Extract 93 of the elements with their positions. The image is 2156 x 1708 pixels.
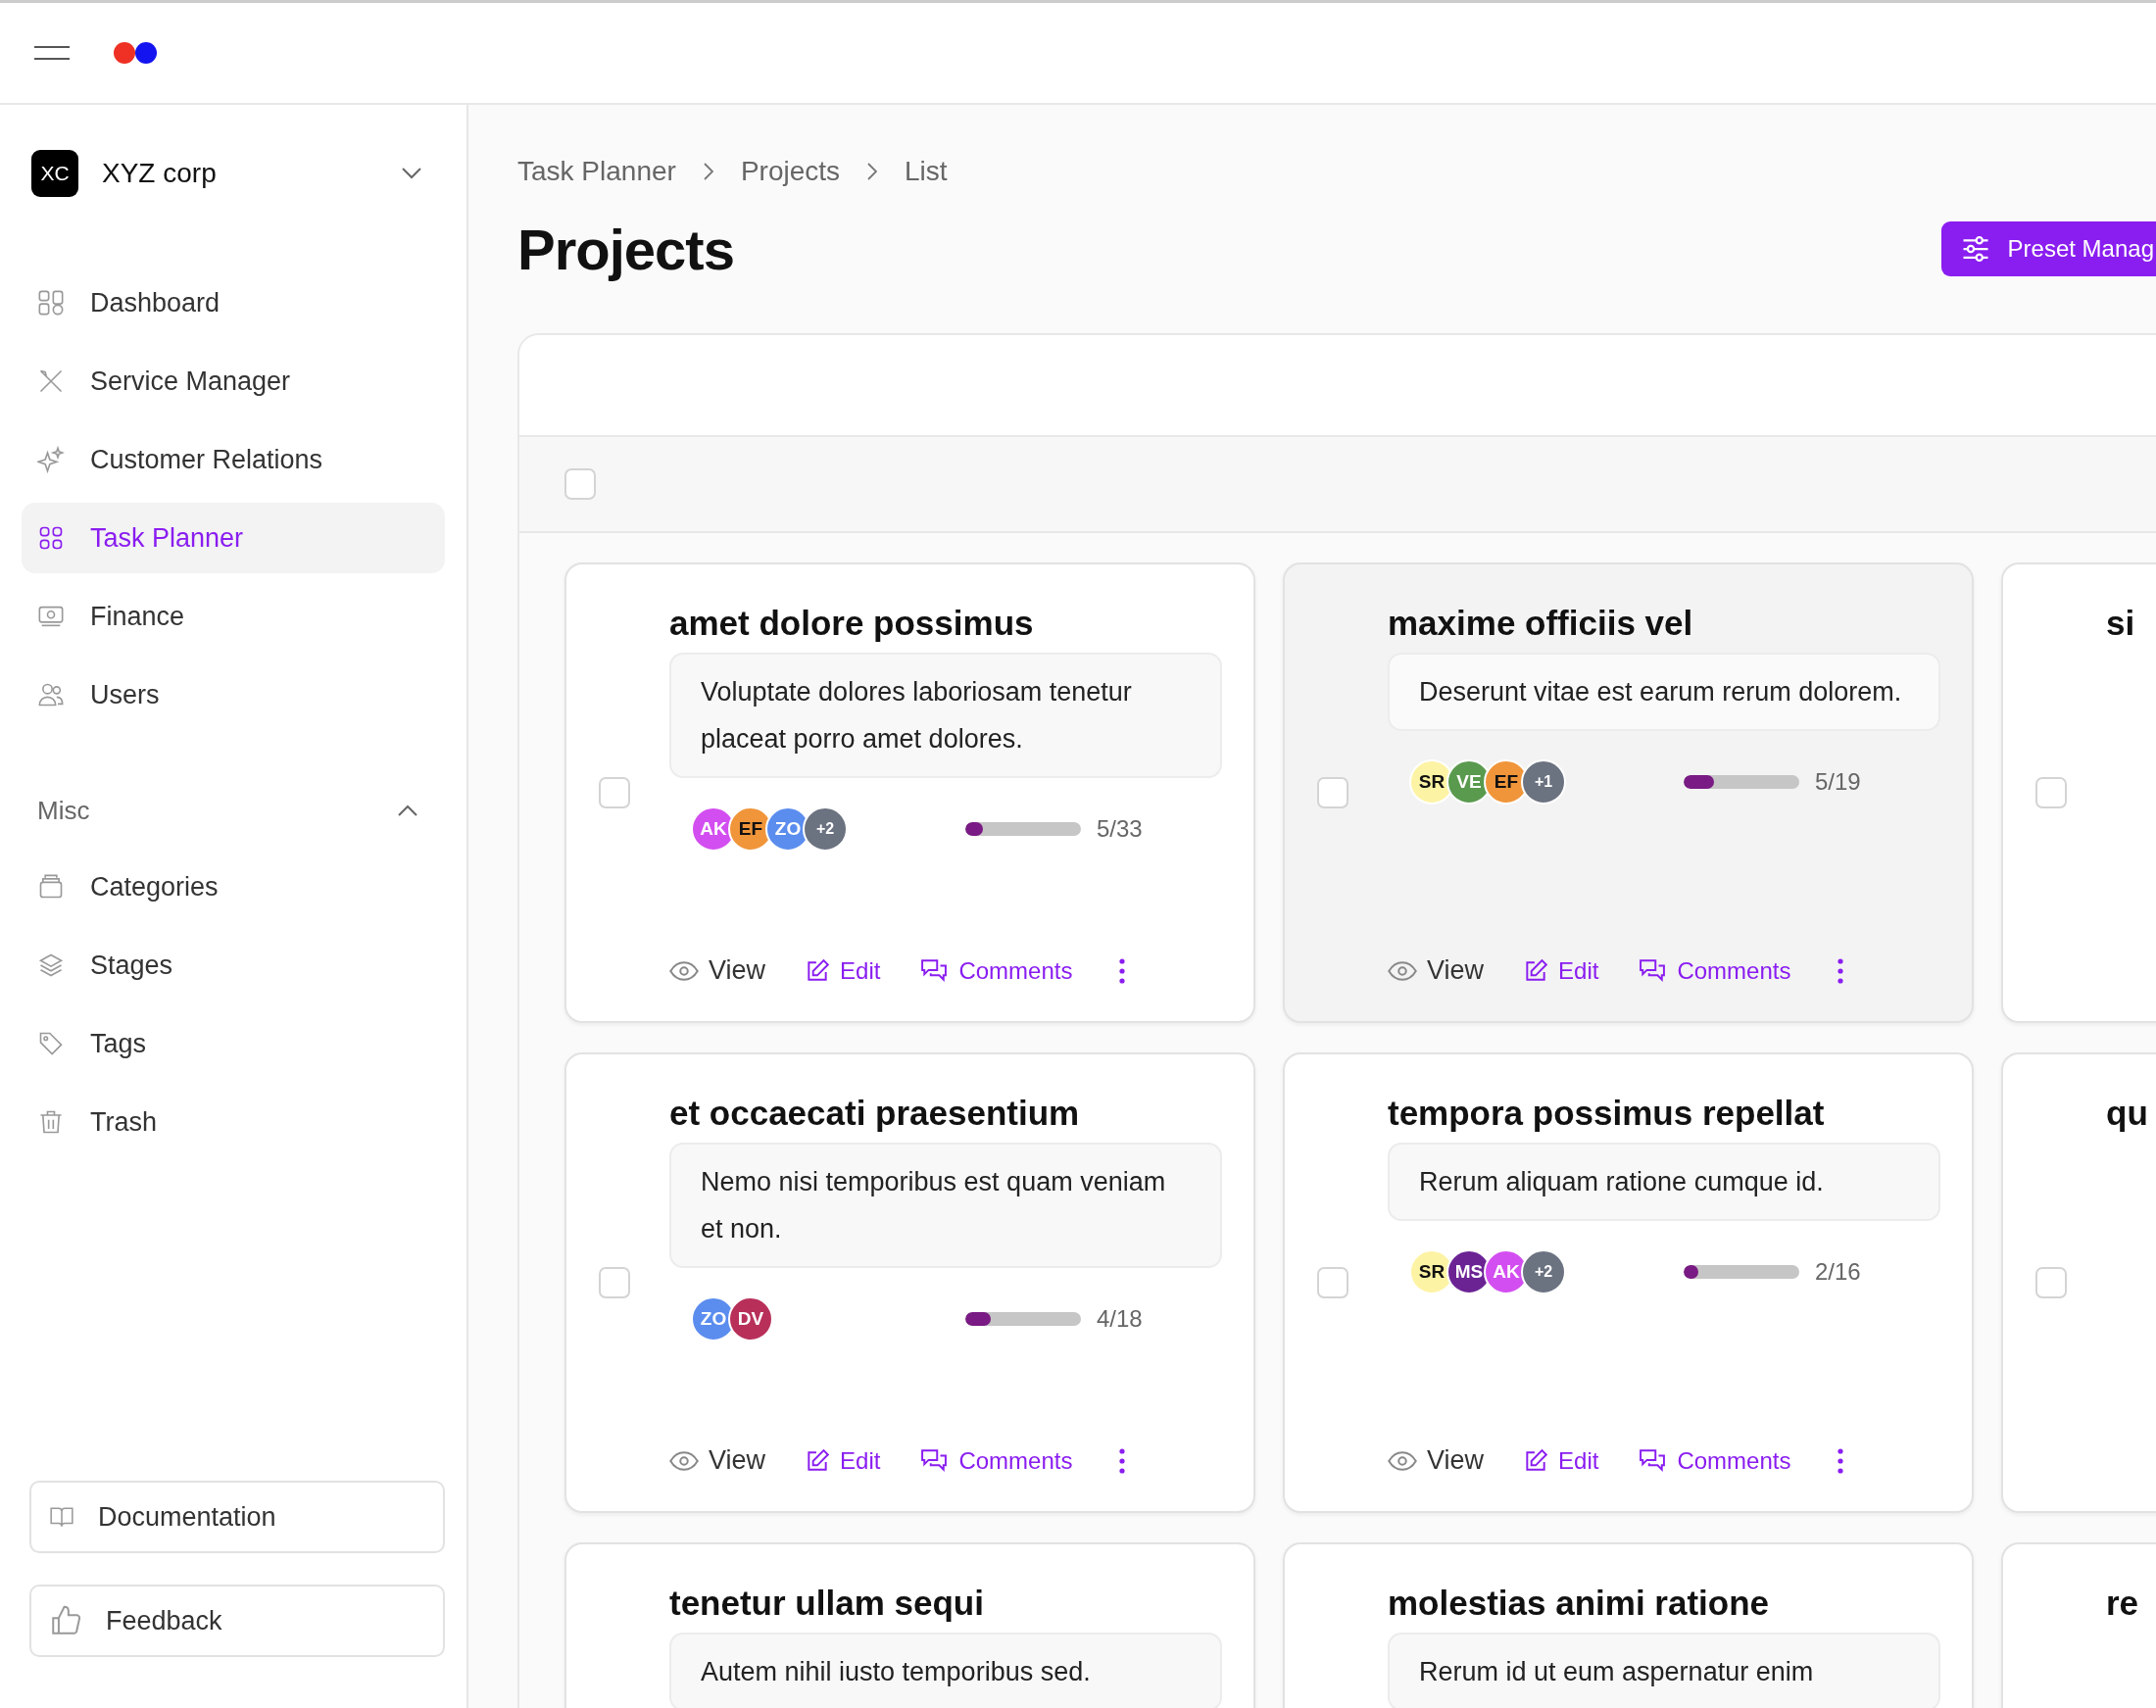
feedback-button[interactable]: Feedback (29, 1585, 445, 1657)
project-description: Rerum aliquam ratione cumque id. (1388, 1143, 1940, 1221)
select-all-checkbox[interactable] (564, 468, 596, 500)
chevron-right-icon (867, 163, 878, 180)
project-title: re (2106, 1584, 2140, 1623)
nav-item[interactable]: Dashboard (22, 268, 445, 338)
edit-link[interactable]: Edit (805, 1446, 881, 1475)
more-avatars-count: +2 (803, 806, 848, 852)
edit-link[interactable]: Edit (1523, 956, 1599, 985)
nav-item[interactable]: Stages (22, 930, 445, 1000)
logo-icon[interactable] (114, 41, 159, 65)
chevron-right-icon (703, 163, 713, 180)
chevron-icon (398, 805, 417, 816)
progress-count: 5/33 (1097, 815, 1143, 843)
chat-bubbles-icon (919, 1447, 950, 1474)
more-options-icon[interactable] (1119, 957, 1126, 984)
card-checkbox[interactable] (598, 1267, 630, 1298)
project-title: tempora possimus repellat (1388, 1094, 1826, 1133)
comments-link[interactable]: Comments (1638, 1446, 1791, 1475)
pencil-icon (805, 1447, 831, 1474)
chat-bubbles-icon (919, 957, 950, 984)
eye-icon (669, 1450, 699, 1471)
nav-item[interactable]: Service Manager (22, 346, 445, 416)
nav-item[interactable]: Categories (22, 852, 445, 922)
nav-item[interactable]: Tags (22, 1008, 445, 1079)
nav-item[interactable]: Users (22, 659, 445, 730)
card-checkbox[interactable] (2034, 777, 2067, 808)
layers-icon (37, 952, 65, 979)
comments-link[interactable]: Comments (919, 1446, 1073, 1475)
comments-link[interactable]: Comments (919, 956, 1073, 985)
breadcrumb-link[interactable]: Projects (740, 156, 841, 187)
page-title: Projects (517, 216, 734, 282)
progress-count: 2/16 (1815, 1258, 1861, 1286)
view-link[interactable]: View (669, 1445, 766, 1476)
project-title: qu (2106, 1094, 2149, 1133)
more-options-icon[interactable] (1838, 1447, 1844, 1474)
thumbs-up-icon (49, 1604, 82, 1637)
nav-item[interactable]: Trash (22, 1087, 445, 1157)
avatar: DV (728, 1296, 773, 1342)
project-title: tenetur ullam sequi (669, 1584, 985, 1623)
project-title: amet dolore possimus (669, 604, 1035, 643)
documentation-button[interactable]: Documentation (29, 1481, 445, 1553)
project-title: et occaecati praesentium (669, 1094, 1081, 1133)
more-avatars-count: +1 (1521, 759, 1566, 805)
project-title: maxime officiis vel (1388, 604, 1694, 643)
view-link[interactable]: View (669, 955, 766, 986)
view-link[interactable]: View (1388, 955, 1485, 986)
more-options-icon[interactable] (1119, 1447, 1126, 1474)
archive-icon (37, 873, 65, 901)
misc-section-toggle[interactable]: Misc (22, 781, 445, 840)
card-checkbox[interactable] (1316, 777, 1348, 808)
card-checkbox[interactable] (598, 777, 630, 808)
pencil-icon (1523, 957, 1549, 984)
project-title: molestias animi ratione (1388, 1584, 1771, 1623)
chevron-down-icon (402, 168, 421, 179)
comments-link[interactable]: Comments (1638, 956, 1791, 985)
eye-icon (669, 960, 699, 981)
progress-count: 5/19 (1815, 768, 1861, 796)
organization-switcher[interactable]: XC XYZ corp (22, 144, 445, 203)
grid-icon (37, 289, 65, 317)
squares-icon (37, 524, 65, 552)
breadcrumb-link[interactable]: List (905, 156, 948, 187)
preset-manager-button[interactable]: Preset Manag (1940, 221, 2156, 276)
project-description: Voluptate dolores laboriosam tenetur placeat porro amet dolores. (669, 653, 1222, 778)
sparkle-icon (37, 446, 65, 473)
card-checkbox[interactable] (2034, 1267, 2067, 1298)
pencil-icon (805, 957, 831, 984)
breadcrumb-link[interactable]: Task Planner (517, 156, 676, 187)
pencil-icon (1523, 1447, 1549, 1474)
org-avatar: XC (31, 150, 78, 197)
org-name: XYZ corp (102, 158, 218, 189)
nav-item[interactable]: Customer Relations (22, 424, 445, 495)
nav-item[interactable]: Finance (22, 581, 445, 652)
eye-icon (1388, 1450, 1417, 1471)
project-description: Nemo nisi temporibus est quam veniam et non. (669, 1143, 1222, 1268)
edit-link[interactable]: Edit (805, 956, 881, 985)
tag-icon (37, 1030, 65, 1057)
project-description: Autem nihil iusto temporibus sed. (669, 1633, 1222, 1708)
eye-icon (1388, 960, 1417, 981)
menu-icon[interactable] (33, 46, 71, 60)
project-description: Deserunt vitae est earum rerum dolorem. (1388, 653, 1940, 731)
more-options-icon[interactable] (1838, 957, 1844, 984)
progress-count: 4/18 (1097, 1305, 1143, 1333)
chat-bubbles-icon (1638, 1447, 1668, 1474)
view-link[interactable]: View (1388, 1445, 1485, 1476)
edit-link[interactable]: Edit (1523, 1446, 1599, 1475)
nav-item[interactable]: Task Planner (22, 503, 445, 573)
users-icon (37, 681, 65, 708)
more-avatars-count: +2 (1521, 1249, 1566, 1294)
project-description: Rerum id ut eum aspernatur enim (1388, 1633, 1940, 1708)
project-title: si (2106, 604, 2136, 643)
chat-bubbles-icon (1638, 957, 1668, 984)
card-checkbox[interactable] (1316, 1267, 1348, 1298)
